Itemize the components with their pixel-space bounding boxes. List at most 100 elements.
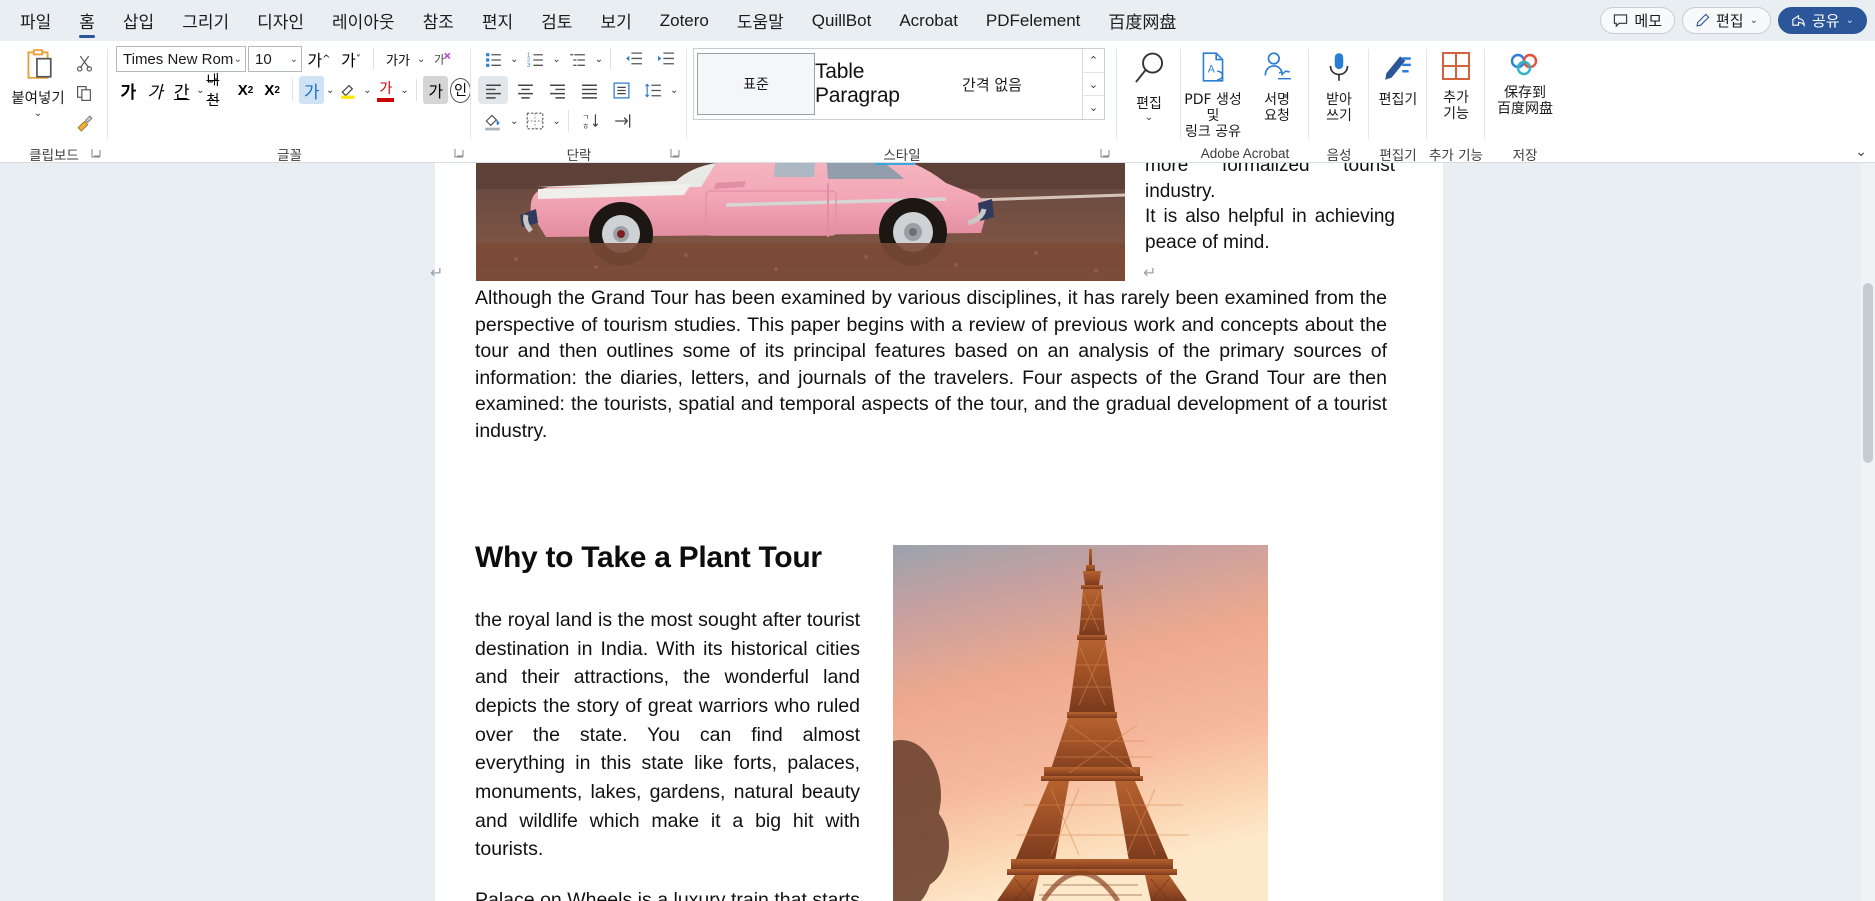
share-button[interactable]: 공유 ⌄ [1778,7,1867,34]
styles-scroll-down-button[interactable]: ⌄ [1083,73,1104,97]
clipboard-dialog-launcher[interactable] [90,147,104,161]
align-center-button[interactable] [510,76,540,104]
request-signature-button[interactable]: 서명 요청 [1245,45,1309,140]
ribbon-group-styles: 표준 Table Paragrap 간격 없음 ⌃ ⌄ ⌄ 스타일 [687,41,1117,164]
addins-label: 추가 기능 [1443,90,1469,123]
menu-item-references[interactable]: 참조 [409,0,468,41]
superscript-button[interactable]: X2 [260,76,285,104]
sort-button[interactable]: ㄱㅎ [576,107,606,135]
copy-button[interactable] [69,79,99,107]
menu-item-review[interactable]: 검토 [527,0,586,41]
styles-more-button[interactable]: ⌄ [1083,96,1104,119]
shading-button[interactable] [478,107,508,135]
line-spacing-button[interactable] [638,76,668,104]
para-row-2: ⌄ [478,76,680,104]
menu-item-help[interactable]: 도움말 [723,0,798,41]
character-border-button[interactable]: 인 [450,77,472,103]
show-marks-button[interactable] [608,107,638,135]
bold-button[interactable]: 가 [116,76,141,104]
menu-item-layout[interactable]: 레이아웃 [318,0,409,41]
styles-scroll-up-button[interactable]: ⌃ [1083,49,1104,73]
styles-gallery: 표준 Table Paragrap 간격 없음 [694,49,1082,119]
format-painter-button[interactable] [69,109,99,137]
style-card-no-spacing[interactable]: 간격 없음 [933,53,1051,115]
font-size-combo[interactable]: 10 ⌄ [248,46,302,72]
vertical-scrollbar-thumb[interactable] [1863,283,1873,463]
bullets-button[interactable] [478,45,508,73]
addins-button[interactable]: 추가 기능 [1427,45,1485,122]
editor-group-name: 편집기 [1379,147,1417,164]
menu-item-insert[interactable]: 삽입 [109,0,168,41]
document-canvas[interactable]: more formalized tourist industry. It is … [0,163,1875,901]
grow-font-label: 가 [307,51,323,70]
superscript-index: 2 [274,84,280,96]
editing-button[interactable]: 편집 ⌄ [1117,45,1181,123]
numbering-button[interactable]: 123 [520,45,550,73]
ribbon: 붙여넣기 ⌄ 클립보드 Times New Rom ⌄ 10 ⌄ 가 ^ 가 ˅… [0,41,1875,164]
menu-item-zotero[interactable]: Zotero [646,0,723,41]
ribbon-group-edit: 편집 ⌄ [1117,41,1181,163]
font-family-combo[interactable]: Times New Roman ⌄ [116,46,246,72]
divider [567,110,569,132]
align-left-button[interactable] [478,76,508,104]
create-pdf-share-link-button[interactable]: A PDF 생성 및 링크 공유 [1181,45,1245,140]
text-effects-button[interactable]: 가 [299,76,325,104]
shrink-font-button[interactable]: 가 ˅ [336,45,366,73]
memo-button[interactable]: 메모 [1600,7,1675,34]
styles-dialog-launcher[interactable] [1099,147,1113,161]
cut-button[interactable] [69,49,99,77]
distribute-button[interactable] [606,76,636,104]
chevron-down-icon: ⌄ [1749,15,1758,26]
multilevel-list-button[interactable] [563,45,593,73]
paragraph-mark: ↵ [1143,263,1157,282]
pink-convertible-car-image[interactable] [476,163,1125,281]
body-paragraph[interactable]: Although the Grand Tour has been examine… [475,285,1387,444]
editor-pen-icon [1381,50,1415,89]
font-row-1: Times New Roman ⌄ 10 ⌄ 가^ 가˅ [116,45,471,73]
vertical-scrollbar[interactable] [1861,163,1875,901]
grow-font-button[interactable]: 가 ^ [304,45,334,73]
paragraph-dialog-launcher[interactable] [669,147,683,161]
clear-formatting-button[interactable]: 가 [427,45,457,73]
save-to-baidu-button[interactable]: 保存到 百度网盘 [1485,45,1565,116]
increase-indent-button[interactable] [650,45,680,73]
menu-item-view[interactable]: 보기 [586,0,645,41]
underline-button[interactable]: 간 [169,76,194,104]
italic-button[interactable]: 가 [143,76,168,104]
change-case-label: 가가 [386,53,410,69]
paste-button[interactable]: 붙여넣기 ⌄ [7,45,69,137]
font-color-button[interactable]: 가 [374,76,399,104]
bold-label: 가 [120,82,137,103]
menu-item-design[interactable]: 디자인 [243,0,318,41]
style-card-table-paragraph[interactable]: Table Paragrap [815,53,933,115]
dictate-button[interactable]: 받아 쓰기 [1309,45,1369,124]
edit-mode-button[interactable]: 편집 ⌄ [1682,7,1771,34]
align-right-button[interactable] [542,76,572,104]
menu-item-home[interactable]: 홈 [65,0,109,41]
menu-item-mailings[interactable]: 편지 [468,0,527,41]
decrease-indent-button[interactable] [618,45,648,73]
style-card-normal[interactable]: 표준 [697,53,815,115]
collapse-ribbon-button[interactable]: ⌄ [1855,143,1867,160]
section-heading[interactable]: Why to Take a Plant Tour [475,541,822,575]
justify-button[interactable] [574,76,604,104]
left-column-text[interactable]: the royal land is the most sought after … [475,606,860,901]
character-shading-button[interactable]: 가 [423,76,449,104]
menu-item-draw[interactable]: 그리기 [168,0,243,41]
menu-item-baidu-netdisk[interactable]: 百度网盘 [1094,0,1190,41]
strikethrough-button[interactable]: 내천 [206,73,231,109]
document-page[interactable]: more formalized tourist industry. It is … [430,163,1443,901]
menu-item-quillbot[interactable]: QuillBot [798,0,886,41]
menu-item-file[interactable]: 파일 [6,0,65,41]
menu-item-pdfelement[interactable]: PDFelement [972,0,1094,41]
highlight-color-button[interactable] [336,76,361,104]
change-case-button[interactable]: 가가 [381,45,415,73]
eiffel-tower-image[interactable] [893,545,1268,901]
menu-item-acrobat[interactable]: Acrobat [885,0,972,41]
font-dialog-launcher[interactable] [453,147,467,161]
signature-person-icon [1260,50,1294,89]
editor-button[interactable]: 편집기 [1369,45,1427,108]
subscript-button[interactable]: X2 [233,76,258,104]
chevron-down-icon: ⌄ [552,53,561,65]
borders-button[interactable] [520,107,550,135]
